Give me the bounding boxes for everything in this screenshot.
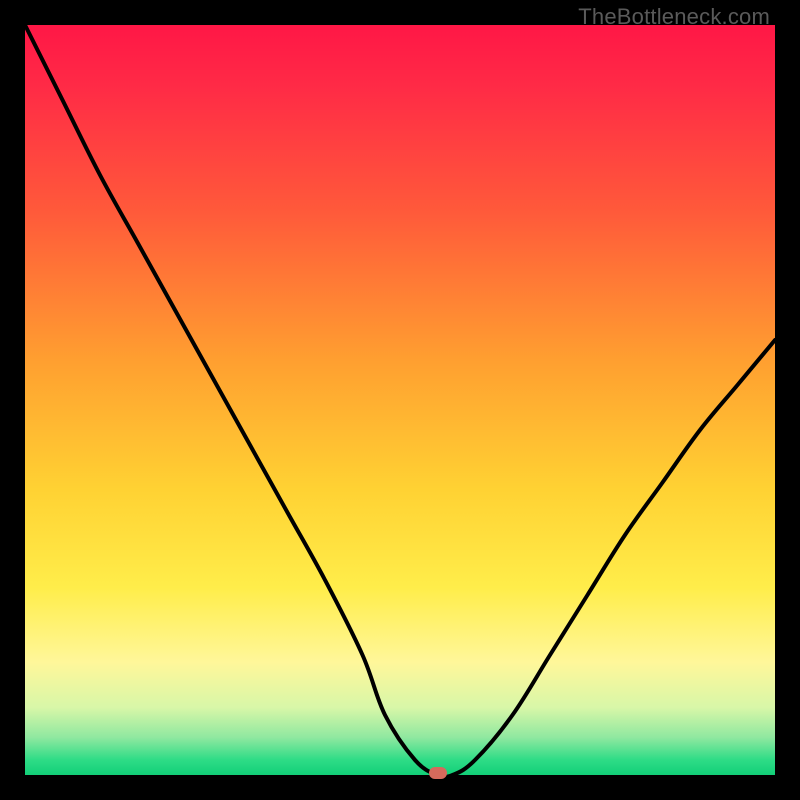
bottleneck-curve [25,25,775,775]
chart-frame: TheBottleneck.com [0,0,800,800]
plot-area [25,25,775,775]
optimal-marker [429,767,447,779]
